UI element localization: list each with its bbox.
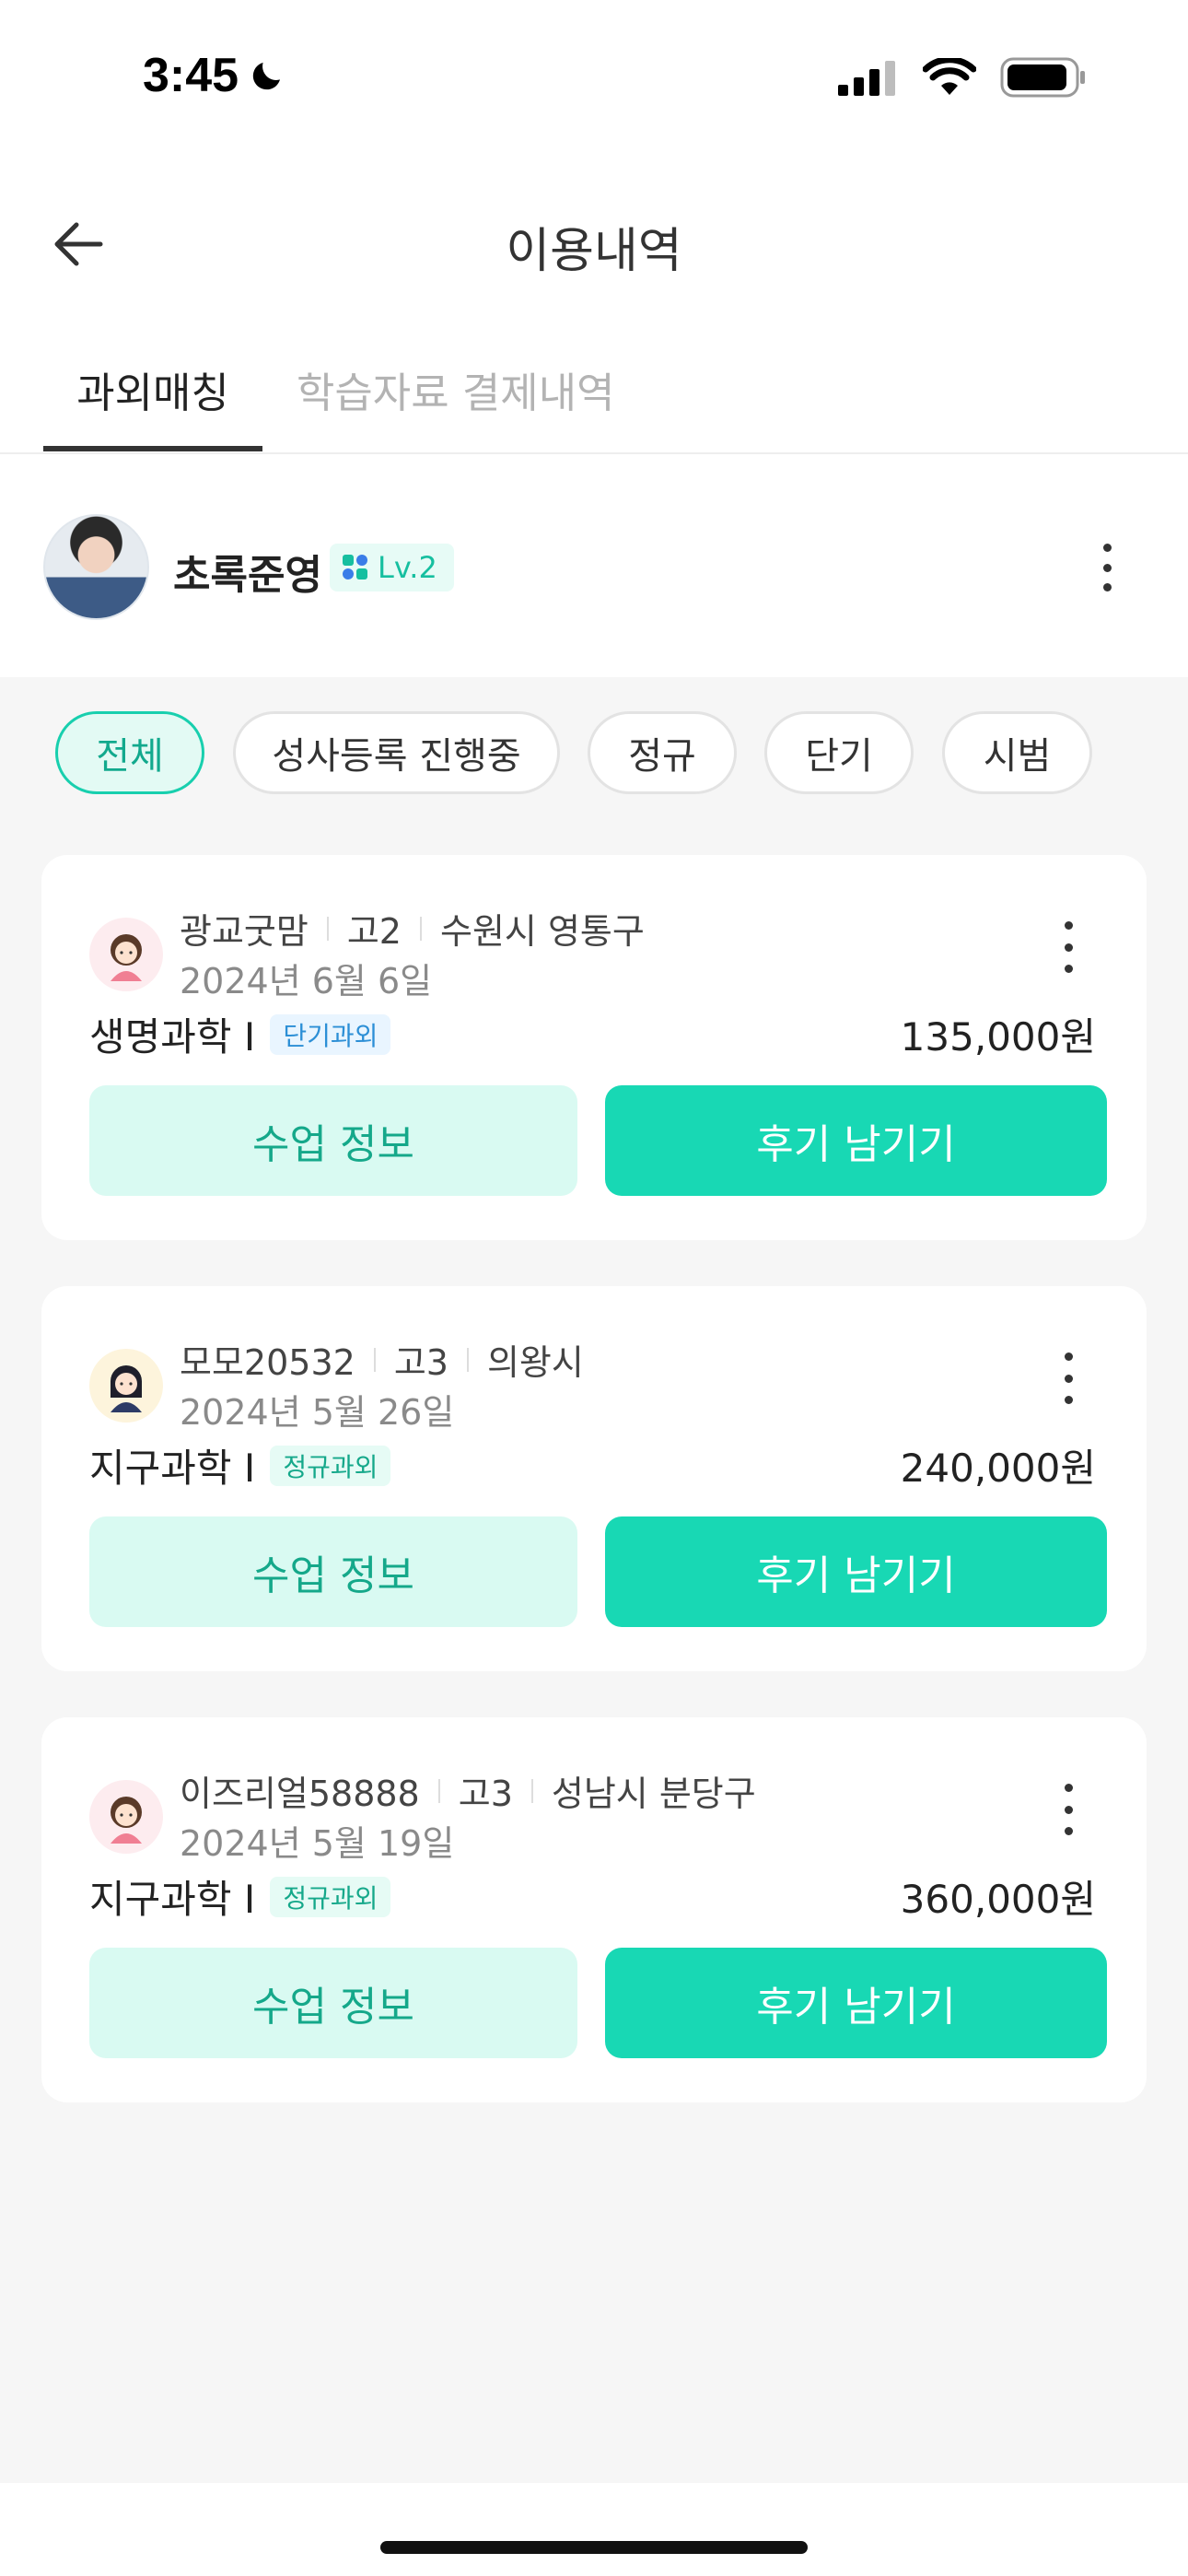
student-nickname: 광교굿맘 bbox=[180, 911, 309, 952]
lesson-info-button[interactable]: 수업 정보 bbox=[89, 1516, 577, 1627]
lesson-date: 2024년 5월 26일 bbox=[180, 1392, 455, 1433]
student-location: 성남시 분당구 bbox=[551, 1774, 756, 1814]
profile-more-button[interactable] bbox=[1087, 544, 1127, 591]
student-location: 의왕시 bbox=[486, 1342, 584, 1383]
tab-material-payments[interactable]: 학습자료 결제내역 bbox=[297, 359, 615, 419]
student-grade: 고3 bbox=[393, 1342, 448, 1383]
history-card: 광교굿맘 고2 수원시 영통구 2024년 6월 6일 생명과학 I 단기과외 … bbox=[41, 855, 1147, 1240]
student-face-icon bbox=[111, 934, 142, 981]
more-dot bbox=[1064, 1396, 1073, 1404]
level-badge: Lv.2 bbox=[330, 544, 454, 591]
student-info: 모모20532 고3 의왕시 bbox=[180, 1334, 584, 1385]
lesson-price: 360,000원 bbox=[900, 1877, 1096, 1922]
lesson-price: 135,000원 bbox=[900, 1014, 1096, 1060]
write-review-button[interactable]: 후기 남기기 bbox=[605, 1516, 1107, 1627]
write-review-button[interactable]: 후기 남기기 bbox=[605, 1085, 1107, 1196]
profile-name: 초록준영 bbox=[173, 552, 322, 599]
student-face-icon bbox=[111, 1365, 142, 1412]
more-dot bbox=[1064, 1827, 1073, 1835]
student-avatar bbox=[89, 1349, 163, 1423]
separator bbox=[326, 916, 329, 941]
lesson-info-button[interactable]: 수업 정보 bbox=[89, 1085, 577, 1196]
card-more-button[interactable] bbox=[1054, 921, 1082, 973]
subject-name: 지구과학 I bbox=[89, 1877, 256, 1922]
separator bbox=[419, 916, 422, 941]
more-dot bbox=[1064, 1352, 1073, 1361]
filter-chip-regular[interactable]: 정규 bbox=[588, 711, 737, 794]
status-time-text: 3:45 bbox=[143, 49, 239, 102]
filter-chip-short[interactable]: 단기 bbox=[764, 711, 914, 794]
student-avatar bbox=[89, 1780, 163, 1854]
page-title: 이용내역 bbox=[506, 224, 682, 279]
filter-chip-all[interactable]: 전체 bbox=[55, 711, 204, 794]
subject-name: 생명과학 I bbox=[89, 1014, 256, 1060]
separator bbox=[530, 1778, 533, 1803]
wifi-icon bbox=[923, 58, 976, 95]
signal-icon bbox=[838, 61, 895, 96]
lesson-info-button[interactable]: 수업 정보 bbox=[89, 1948, 577, 2058]
history-card: 이즈리얼58888 고3 성남시 분당구 2024년 5월 19일 지구과학 I… bbox=[41, 1717, 1147, 2102]
moon-icon bbox=[252, 63, 281, 90]
home-indicator[interactable] bbox=[380, 2541, 808, 2554]
more-dot bbox=[1064, 965, 1073, 973]
student-info: 광교굿맘 고2 수원시 영통구 bbox=[180, 903, 645, 954]
card-more-button[interactable] bbox=[1054, 1784, 1082, 1835]
student-face-icon bbox=[111, 1797, 142, 1844]
card-more-button[interactable] bbox=[1054, 1352, 1082, 1404]
student-location: 수원시 영통구 bbox=[439, 911, 645, 952]
lesson-type-badge: 단기과외 bbox=[270, 1013, 391, 1055]
more-dot bbox=[1064, 1374, 1073, 1383]
battery-icon bbox=[1000, 57, 1085, 98]
more-dot bbox=[1102, 563, 1112, 572]
more-dot bbox=[1064, 921, 1073, 930]
lesson-type-badge: 정규과외 bbox=[270, 1445, 391, 1486]
more-dot bbox=[1102, 583, 1112, 591]
student-grade: 고3 bbox=[458, 1774, 513, 1814]
lesson-type-badge: 정규과외 bbox=[270, 1876, 391, 1917]
student-nickname: 이즈리얼58888 bbox=[180, 1774, 420, 1814]
level-text: Lv.2 bbox=[378, 550, 437, 585]
separator bbox=[437, 1778, 440, 1803]
student-info: 이즈리얼58888 고3 성남시 분당구 bbox=[180, 1765, 756, 1816]
lesson-price: 240,000원 bbox=[900, 1446, 1096, 1491]
more-dot bbox=[1064, 1805, 1073, 1814]
tab-divider bbox=[0, 452, 1188, 454]
profile-avatar bbox=[43, 514, 149, 620]
write-review-button[interactable]: 후기 남기기 bbox=[605, 1948, 1107, 2058]
level-icon bbox=[343, 555, 367, 580]
lesson-date: 2024년 6월 6일 bbox=[180, 961, 433, 1001]
separator bbox=[466, 1347, 469, 1372]
more-dot bbox=[1064, 943, 1073, 952]
subject-row: 지구과학 I 정규과외 bbox=[89, 1868, 391, 1925]
tab-tutoring-matching[interactable]: 과외매칭 bbox=[43, 359, 262, 419]
status-time: 3:45 bbox=[143, 48, 286, 103]
active-tab-indicator bbox=[43, 446, 262, 451]
lesson-date: 2024년 5월 19일 bbox=[180, 1823, 455, 1864]
more-dot bbox=[1102, 544, 1112, 552]
status-icons bbox=[838, 57, 1087, 98]
more-dot bbox=[1064, 1784, 1073, 1792]
history-card: 모모20532 고3 의왕시 2024년 5월 26일 지구과학 I 정규과외 … bbox=[41, 1286, 1147, 1671]
separator bbox=[373, 1347, 376, 1372]
filter-chip-trial[interactable]: 시범 bbox=[942, 711, 1092, 794]
student-nickname: 모모20532 bbox=[180, 1342, 355, 1383]
bottom-safe-area bbox=[0, 2483, 1188, 2576]
filter-chip-in-progress[interactable]: 성사등록 진행중 bbox=[233, 711, 560, 794]
subject-row: 생명과학 I 단기과외 bbox=[89, 1006, 391, 1062]
student-grade: 고2 bbox=[346, 911, 402, 952]
subject-name: 지구과학 I bbox=[89, 1446, 256, 1491]
subject-row: 지구과학 I 정규과외 bbox=[89, 1437, 391, 1493]
student-avatar bbox=[89, 918, 163, 991]
